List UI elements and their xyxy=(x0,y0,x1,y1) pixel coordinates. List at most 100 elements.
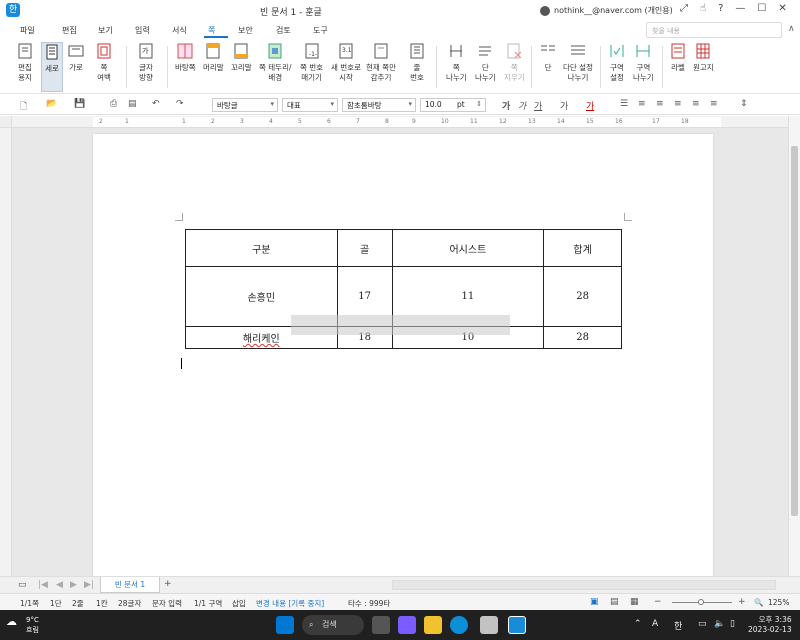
zoom-level[interactable]: 125% xyxy=(768,598,789,607)
task-view-icon[interactable] xyxy=(372,616,390,634)
prev-tab-icon[interactable]: ◀ xyxy=(56,580,63,590)
menu-security[interactable]: 보안 xyxy=(238,25,253,36)
next-tab-icon[interactable]: ▶ xyxy=(70,580,77,590)
store-icon[interactable] xyxy=(480,616,498,634)
horizontal-ruler[interactable]: 2 1 1 2 3 4 5 6 7 8 9 10 11 12 13 14 15 … xyxy=(12,116,788,128)
print-icon[interactable]: ⎙ xyxy=(110,99,117,109)
maximize-button[interactable]: ☐ xyxy=(757,3,766,14)
ime-indicator[interactable]: 한 xyxy=(674,619,682,632)
ribbon-footer[interactable]: 꼬리말 xyxy=(231,42,252,73)
user-account[interactable]: nothink__@naver.com (개인용) xyxy=(540,5,673,16)
ribbon-label-btn[interactable]: 라벨 xyxy=(669,42,687,73)
font-size-input[interactable]: 10.0 pt ⇕ xyxy=(420,98,486,112)
taskbar-search[interactable]: ⌕ 검색 xyxy=(302,615,364,635)
ribbon-collapse-icon[interactable]: ∧ xyxy=(788,24,795,34)
redo-icon[interactable]: ↷ xyxy=(176,99,184,109)
web-view-icon[interactable]: ▦ xyxy=(630,597,639,607)
align-justify-icon[interactable]: ☰ xyxy=(620,99,628,109)
tray-chevron-icon[interactable]: ⌃ xyxy=(634,619,642,629)
hangul-taskbar-icon[interactable] xyxy=(508,616,526,634)
bold-icon[interactable]: 가 xyxy=(502,99,510,112)
start-icon[interactable] xyxy=(276,616,294,634)
minimize-button[interactable]: — xyxy=(735,3,745,14)
ribbon-column-break[interactable]: 단 나누기 xyxy=(475,42,496,83)
align-left-icon[interactable]: ≡ xyxy=(638,99,646,109)
two-page-view-icon[interactable]: ▤ xyxy=(610,597,619,607)
tab-document-1[interactable]: 빈 문서 1 xyxy=(100,577,160,593)
add-tab-icon[interactable]: + xyxy=(164,579,172,589)
ribbon-columns[interactable]: 단 xyxy=(539,42,557,73)
document-workspace[interactable]: 구분 골 어시스트 합계 손흥민 17 11 28 해리케인 18 10 28 xyxy=(12,128,788,576)
menu-review[interactable]: 검토 xyxy=(276,25,291,36)
table-header-cell[interactable]: 합계 xyxy=(543,229,622,267)
menu-tools[interactable]: 도구 xyxy=(313,25,328,36)
weather-widget[interactable]: ☁ 9°C 흐림 xyxy=(6,615,39,635)
table-cell[interactable]: 28 xyxy=(543,266,622,327)
ribbon-header[interactable]: 머리말 xyxy=(203,42,224,73)
first-tab-icon[interactable]: |◀ xyxy=(38,580,48,590)
sheet-icon[interactable]: ▭ xyxy=(18,580,27,590)
ribbon-master-page[interactable]: 바탕쪽 xyxy=(175,42,196,73)
teams-icon[interactable] xyxy=(398,616,416,634)
underline-icon[interactable]: 가 xyxy=(534,99,542,112)
zoom-slider-thumb[interactable] xyxy=(698,599,704,605)
hangul-app-icon[interactable]: 한 xyxy=(6,3,20,17)
close-button[interactable]: ✕ xyxy=(778,3,786,14)
normal-view-icon[interactable]: ▣ xyxy=(590,597,599,607)
lang-indicator[interactable]: A xyxy=(652,619,658,629)
table-header-cell[interactable]: 구분 xyxy=(185,229,338,267)
volume-icon[interactable]: 🔈 xyxy=(714,619,725,629)
new-document-icon[interactable]: 🗋 xyxy=(20,99,27,115)
ribbon-hide[interactable]: 현재 쪽만 감추기 xyxy=(366,42,396,83)
ribbon-page-number[interactable]: -1- 쪽 번호 매기기 xyxy=(300,42,323,83)
line-spacing-icon[interactable]: ⇕ xyxy=(740,99,748,109)
italic-icon[interactable]: 가 xyxy=(518,99,526,112)
expand-icon[interactable]: ⤢ xyxy=(680,3,688,14)
search-input[interactable]: 찾을 내용 xyxy=(646,22,782,38)
zoom-out-icon[interactable]: − xyxy=(654,597,662,607)
ribbon-margin[interactable]: 쪽 여백 xyxy=(95,42,113,83)
ribbon-page-break[interactable]: 쪽 나누기 xyxy=(446,42,467,83)
file-explorer-icon[interactable] xyxy=(424,616,442,634)
align-split-icon[interactable]: ≡ xyxy=(710,99,718,109)
help-icon[interactable]: ? xyxy=(718,3,723,14)
edge-icon[interactable] xyxy=(450,616,468,634)
open-folder-icon[interactable]: 📂 xyxy=(46,99,57,109)
ribbon-section-break[interactable]: 구역 나누기 xyxy=(633,42,654,83)
ribbon-portrait[interactable]: 세로 xyxy=(41,42,63,92)
table-header-cell[interactable]: 골 xyxy=(336,229,393,267)
table-header-cell[interactable]: 어시스트 xyxy=(391,229,545,267)
strikethrough-icon[interactable]: 가 xyxy=(560,99,568,112)
style-select[interactable]: 바탕글 ▾ xyxy=(212,98,278,112)
last-tab-icon[interactable]: ▶| xyxy=(84,580,94,590)
menu-page[interactable]: 쪽 xyxy=(208,25,215,36)
scrollbar-thumb[interactable] xyxy=(791,146,798,516)
ribbon-page-setup[interactable]: 편집 용지 xyxy=(16,42,34,83)
ribbon-multi-column[interactable]: 다단 설정 나누기 xyxy=(563,42,593,83)
undo-icon[interactable]: ↶ xyxy=(152,99,160,109)
pin-icon[interactable]: ☝ xyxy=(700,3,706,14)
menu-edit[interactable]: 편집 xyxy=(62,25,77,36)
ribbon-new-number[interactable]: 3.1 새 번호로 시작 xyxy=(331,42,361,83)
menu-insert[interactable]: 입력 xyxy=(135,25,150,36)
horizontal-scrollbar[interactable] xyxy=(392,580,776,590)
ribbon-manuscript[interactable]: 원고지 xyxy=(693,42,714,73)
taskbar-clock[interactable]: 오후 3:36 2023-02-13 xyxy=(748,615,792,635)
ribbon-text-direction[interactable]: 가 글자 방향 xyxy=(137,42,155,83)
ribbon-page-border[interactable]: 쪽 테두리/ 배경 xyxy=(259,42,292,83)
menu-file[interactable]: 파일 xyxy=(20,25,35,36)
ribbon-landscape[interactable]: 가로 xyxy=(67,42,85,73)
zoom-search-icon[interactable]: 🔍 xyxy=(754,598,763,607)
status-insert[interactable]: 삽입 xyxy=(232,598,246,609)
network-icon[interactable]: ▭ xyxy=(698,619,707,629)
ribbon-line-number[interactable]: 줄 번호 xyxy=(408,42,426,83)
vertical-ruler[interactable] xyxy=(0,128,12,576)
table-cell[interactable]: 28 xyxy=(543,326,622,349)
font-select[interactable]: 함초롬바탕 ▾ xyxy=(342,98,416,112)
language-select[interactable]: 대표 ▾ xyxy=(282,98,338,112)
save-icon[interactable]: 💾 xyxy=(74,99,85,109)
menu-view[interactable]: 보기 xyxy=(98,25,113,36)
align-center-icon[interactable]: ≡ xyxy=(674,99,682,109)
document-page[interactable]: 구분 골 어시스트 합계 손흥민 17 11 28 해리케인 18 10 28 xyxy=(93,134,713,576)
status-track-changes[interactable]: 변경 내용 [기록 중지] xyxy=(256,598,324,609)
